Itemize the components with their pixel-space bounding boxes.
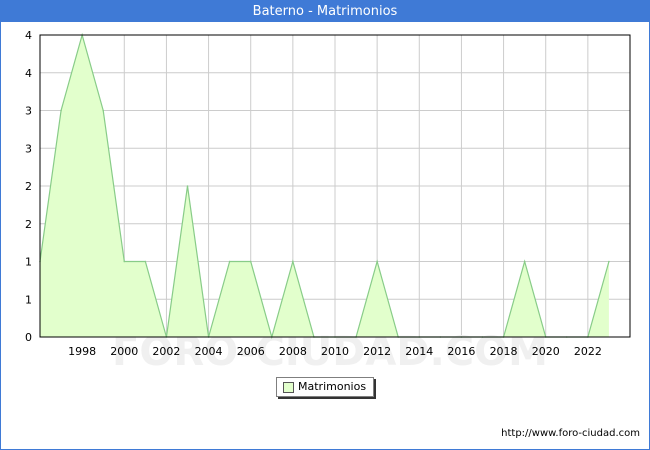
legend-swatch (283, 382, 294, 393)
y-tick-label: 1 (25, 293, 32, 306)
y-tick-label: 4 (25, 29, 32, 42)
x-tick-label: 2010 (321, 345, 349, 358)
data-point (523, 260, 526, 263)
data-point (186, 185, 189, 187)
x-tick-label: 1998 (68, 345, 96, 358)
data-point (376, 260, 378, 263)
y-tick-label: 3 (25, 105, 32, 118)
x-tick-label: 2012 (363, 345, 391, 358)
y-tick-label: 4 (25, 67, 32, 80)
data-point (123, 260, 126, 263)
y-tick-label: 1 (25, 256, 32, 269)
y-tick-label: 2 (25, 180, 32, 193)
data-point (608, 260, 610, 263)
x-tick-label: 2004 (195, 345, 223, 358)
x-tick-label: 2006 (237, 345, 265, 358)
data-point (60, 109, 62, 112)
legend-label: Matrimonios (298, 380, 367, 393)
y-tick-label: 3 (25, 142, 32, 155)
x-tick-label: 2020 (532, 345, 560, 358)
x-tick-label: 2002 (152, 345, 180, 358)
y-tick-label: 2 (25, 218, 32, 231)
x-tick-label: 2018 (490, 345, 518, 358)
data-point (249, 260, 252, 263)
x-tick-label: 2000 (110, 345, 138, 358)
y-tick-label: 0 (25, 331, 32, 344)
data-point (292, 260, 294, 263)
x-tick-label: 2008 (279, 345, 307, 358)
x-tick-label: 2022 (574, 345, 602, 358)
data-point (228, 260, 231, 263)
legend: Matrimonios (276, 377, 374, 397)
x-tick-label: 2014 (405, 345, 433, 358)
x-tick-label: 2016 (447, 345, 475, 358)
data-point (102, 109, 105, 112)
data-point (144, 260, 147, 263)
source-url: http://www.foro-ciudad.com (501, 428, 640, 439)
